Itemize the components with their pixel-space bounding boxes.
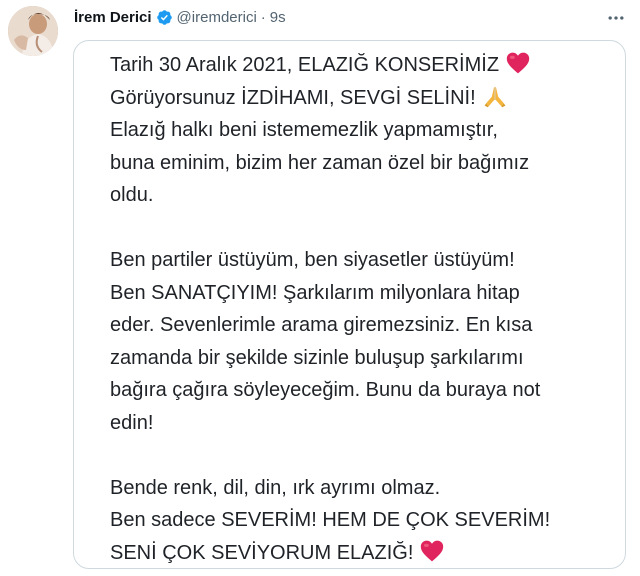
text-line: zamanda bir şekilde sizinle buluşup şark… xyxy=(110,346,524,369)
text-line: Elazığ halkı beni istememezlik yapmamışt… xyxy=(110,119,498,141)
text-line: SENİ ÇOK SEVİYORUM ELAZIĞ! xyxy=(110,537,615,570)
tweet-header: İrem Derici @iremderici · 9s xyxy=(74,6,286,28)
avatar-photo xyxy=(8,6,58,56)
text-line: Görüyorsunuz İZDİHAMI, SEVGİ SELİNİ! xyxy=(110,82,615,115)
more-options-icon[interactable] xyxy=(604,6,628,30)
user-handle[interactable]: @iremderici xyxy=(177,9,257,26)
timestamp[interactable]: 9s xyxy=(270,9,286,26)
card-text: Tarih 30 Aralık 2021, ELAZIĞ KONSERİMİZ … xyxy=(110,49,615,569)
display-name[interactable]: İrem Derici xyxy=(74,9,152,26)
text-line: Bende renk, dil, din, ırk ayrımı olmaz. xyxy=(110,476,441,499)
text-line: bağıra çağıra söyleyeceğim. Bunu da bura… xyxy=(110,379,541,401)
text-line-content: SENİ ÇOK SEVİYORUM ELAZIĞ! xyxy=(110,541,414,564)
text-line: Ben sadece SEVERİM! HEM DE ÇOK SEVERİM! xyxy=(110,509,551,531)
avatar[interactable] xyxy=(8,6,58,56)
text-line: Ben partiler üstüyüm, ben siyasetler üst… xyxy=(110,249,515,271)
text-line-content: Görüyorsunuz İZDİHAMI, SEVGİ SELİNİ! xyxy=(110,86,476,109)
folded-hands-icon xyxy=(482,84,508,108)
separator-dot: · xyxy=(260,8,266,26)
text-line: buna eminim, bizim her zaman özel bir ba… xyxy=(110,151,530,174)
text-line: oldu. xyxy=(110,184,154,206)
red-heart-icon xyxy=(505,51,531,75)
verified-badge-icon xyxy=(156,9,173,26)
paragraph-1: Tarih 30 Aralık 2021, ELAZIĞ KONSERİMİZ … xyxy=(110,49,615,212)
red-heart-icon xyxy=(419,539,445,563)
tweet-media-card[interactable]: Tarih 30 Aralık 2021, ELAZIĞ KONSERİMİZ … xyxy=(73,40,626,569)
text-line: Tarih 30 Aralık 2021, ELAZIĞ KONSERİMİZ xyxy=(110,49,615,82)
paragraph-2: Ben partiler üstüyüm, ben siyasetler üst… xyxy=(110,244,615,439)
tweet[interactable]: İrem Derici @iremderici · 9s Tarih 30 Ar… xyxy=(0,0,640,576)
paragraph-3: Bende renk, dil, din, ırk ayrımı olmaz. … xyxy=(110,472,615,570)
text-line: Ben SANATÇIYIM! Şarkılarım milyonlara hi… xyxy=(110,281,520,304)
text-line: eder. Sevenlerimle arama giremezsiniz. E… xyxy=(110,314,533,336)
text-line: edin! xyxy=(110,411,154,434)
text-line-content: Tarih 30 Aralık 2021, ELAZIĞ KONSERİMİZ xyxy=(110,54,500,76)
